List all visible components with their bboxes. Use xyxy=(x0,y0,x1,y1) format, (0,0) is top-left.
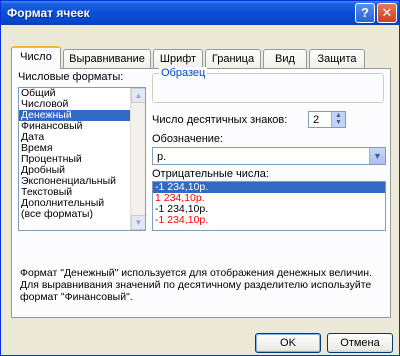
tab-number[interactable]: Число xyxy=(11,46,61,69)
title-bar[interactable]: Формат ячеек ? ✕ xyxy=(1,1,399,25)
close-button[interactable]: ✕ xyxy=(377,3,397,23)
tab-view[interactable]: Вид xyxy=(263,49,307,68)
help-button[interactable]: ? xyxy=(355,3,375,23)
symbol-combobox[interactable]: р. ▼ xyxy=(152,147,386,165)
tab-font[interactable]: Шрифт xyxy=(153,49,203,68)
dialog-title: Формат ячеек xyxy=(7,6,90,20)
chevron-down-icon[interactable]: ▼ xyxy=(369,148,385,164)
tab-strip: Число Выравнивание Шрифт Граница Вид Защ… xyxy=(11,46,391,69)
sample-legend: Образец xyxy=(159,67,208,79)
negatives-label: Отрицательные числа: xyxy=(152,168,269,180)
negative-item[interactable]: -1 234,10р. xyxy=(153,215,385,226)
formats-listbox[interactable]: Общий Числовой Денежный Финансовый Дата … xyxy=(18,87,146,231)
format-item-custom[interactable]: (все форматы) xyxy=(19,209,145,220)
decimals-value: 2 xyxy=(313,114,320,126)
symbol-value: р. xyxy=(157,151,167,163)
spinner-arrows-icon[interactable]: ▲ ▼ xyxy=(331,112,345,127)
decimals-spinner[interactable]: 2 ▲ ▼ xyxy=(308,111,346,128)
formats-scrollbar[interactable]: ▲ ▼ xyxy=(130,88,145,230)
scroll-up-icon[interactable]: ▲ xyxy=(131,88,145,103)
tab-protection[interactable]: Защита xyxy=(309,49,365,68)
cancel-button[interactable]: Отмена xyxy=(327,333,393,353)
negatives-listbox[interactable]: -1 234,10р. 1 234,10р. -1 234,10р. -1 23… xyxy=(152,181,386,231)
scroll-down-icon[interactable]: ▼ xyxy=(131,215,145,230)
decimals-label: Число десятичных знаков: xyxy=(152,114,288,126)
formats-label: Числовые форматы: xyxy=(18,71,124,83)
format-cells-dialog: Формат ячеек ? ✕ Число Выравнивание Шриф… xyxy=(0,0,400,356)
number-tab-panel: Числовые форматы: Общий Числовой Денежны… xyxy=(11,67,391,318)
format-description: Формат "Денежный" используется для отобр… xyxy=(20,267,373,303)
ok-button[interactable]: OK xyxy=(255,333,321,353)
symbol-label: Обозначение: xyxy=(152,133,224,145)
sample-group: Образец xyxy=(152,67,384,103)
tab-alignment[interactable]: Выравнивание xyxy=(63,49,151,68)
tab-border[interactable]: Граница xyxy=(205,49,261,68)
